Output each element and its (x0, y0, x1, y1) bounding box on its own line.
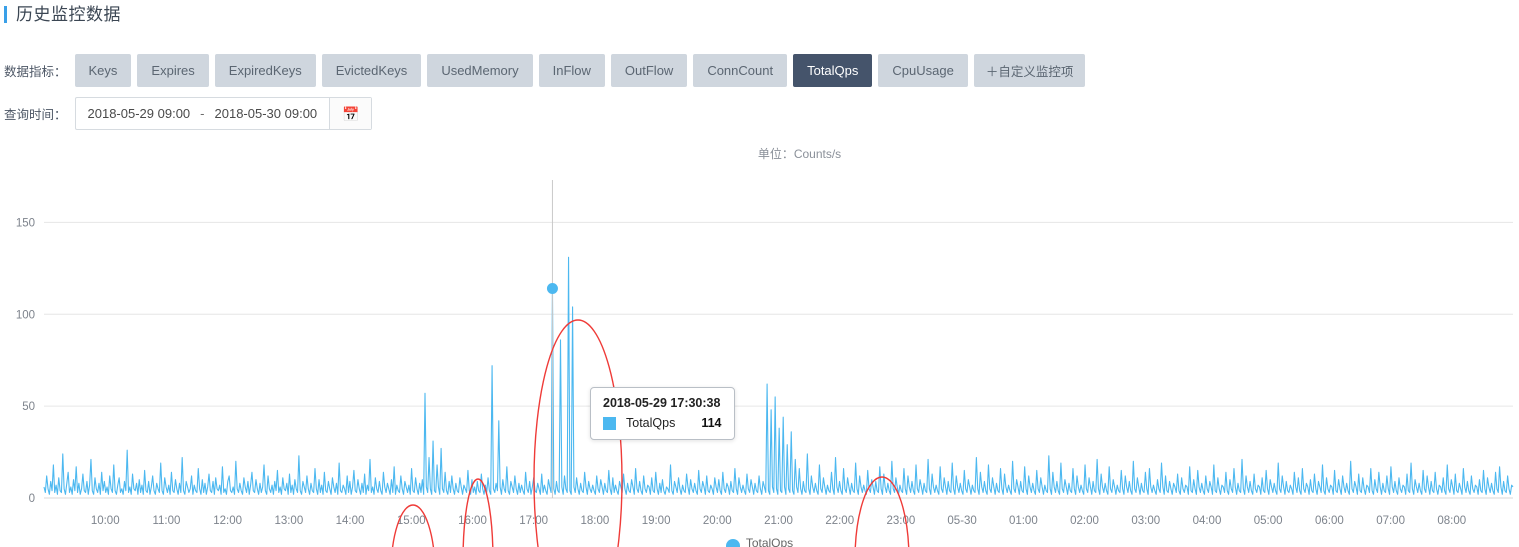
x-axis-tick-label: 02:00 (1070, 515, 1099, 527)
metric-tab-cpuusage[interactable]: CpuUsage (878, 54, 968, 87)
x-axis-tick-label: 23:00 (887, 515, 916, 527)
add-custom-metric-button[interactable]: ＋自定义监控项 (973, 54, 1086, 87)
highlighted-data-point[interactable] (546, 283, 558, 295)
x-axis-tick-label: 20:00 (703, 515, 732, 527)
chart-legend: TotalQps (0, 536, 1519, 547)
metric-row-label: 数据指标： (4, 65, 67, 79)
date-end-value[interactable]: 2018-05-30 09:00 (215, 106, 318, 121)
date-start-value[interactable]: 2018-05-29 09:00 (88, 106, 191, 121)
tooltip-series-name: TotalQps (626, 416, 676, 430)
x-axis-tick-label: 04:00 (1193, 515, 1222, 527)
date-range-picker[interactable]: 2018-05-29 09:00 - 2018-05-30 09:00 📅 (74, 97, 373, 130)
metric-tab-totalqps[interactable]: TotalQps (793, 54, 873, 87)
x-axis-tick-label: 01:00 (1009, 515, 1038, 527)
legend-label: TotalQps (745, 536, 794, 547)
y-axis-tick-label: 100 (16, 309, 35, 321)
y-axis-tick-label: 0 (29, 493, 35, 505)
series-line-totalqps (43, 256, 1514, 495)
x-axis-tick-label: 08:00 (1437, 515, 1466, 527)
time-row-label: 查询时间： (4, 108, 67, 122)
x-axis-tick-label: 17:00 (519, 515, 548, 527)
x-axis-tick-label: 14:00 (336, 515, 365, 527)
metric-tab-inflow[interactable]: InFlow (538, 54, 605, 87)
x-axis-tick-label: 03:00 (1131, 515, 1160, 527)
x-axis-tick-label: 05-30 (947, 515, 976, 527)
y-axis-tick-label: 150 (16, 217, 35, 229)
metric-tab-conncount[interactable]: ConnCount (693, 54, 788, 87)
tooltip-series-value: 114 (701, 416, 722, 430)
legend-marker-icon (725, 538, 740, 547)
tooltip-series-row: TotalQps 114 (603, 416, 722, 430)
legend-item-totalqps[interactable]: TotalQps (725, 536, 794, 547)
x-axis-tick-label: 13:00 (274, 515, 303, 527)
x-axis-tick-label: 07:00 (1376, 515, 1405, 527)
x-axis-tick-label: 11:00 (152, 515, 180, 527)
calendar-button[interactable]: 📅 (329, 98, 372, 129)
x-axis-tick-label: 12:00 (213, 515, 242, 527)
chart-tooltip: 2018-05-29 17:30:38 TotalQps 114 (590, 387, 735, 440)
tooltip-series-swatch-icon (603, 416, 616, 430)
x-axis-tick-label: 18:00 (580, 515, 609, 527)
monitoring-chart: 单位：Counts/s 0 50 100 150 10:00 11:00 12:00 13:0… (0, 138, 1519, 547)
date-range-values[interactable]: 2018-05-29 09:00 - 2018-05-30 09:00 (76, 98, 330, 129)
chart-canvas[interactable]: 05010015010:00 11:00 12:00 13:00 14:00 15:00 1… (0, 138, 1519, 547)
date-range-separator: - (200, 106, 205, 121)
y-axis-tick-label: 50 (22, 401, 35, 413)
metric-tab-outflow[interactable]: OutFlow (610, 54, 688, 87)
metric-tab-keys[interactable]: Keys (74, 54, 132, 87)
metric-tabs-row: 数据指标： Keys Expires ExpiredKeys EvictedKe… (0, 54, 1091, 87)
page-title-text: 历史监控数据 (16, 4, 121, 24)
x-axis-tick-label: 06:00 (1315, 515, 1344, 527)
title-accent-bar (4, 5, 7, 23)
metric-tab-evictedkeys[interactable]: EvictedKeys (321, 54, 422, 87)
x-axis-tick-label: 16:00 (458, 515, 487, 527)
metric-tab-usedmemory[interactable]: UsedMemory (427, 54, 533, 87)
time-range-row: 查询时间： 2018-05-29 09:00 - 2018-05-30 09:0… (0, 97, 373, 130)
x-axis-tick-label: 22:00 (825, 515, 854, 527)
calendar-icon: 📅 (341, 105, 360, 122)
x-axis-tick-label: 21:00 (764, 515, 793, 527)
x-axis-tick-label: 10:00 (91, 515, 120, 527)
history-monitoring-page: 历史监控数据 数据指标： Keys Expires ExpiredKeys Ev… (0, 0, 1519, 547)
tooltip-timestamp: 2018-05-29 17:30:38 (603, 396, 721, 410)
x-axis-tick-label: 19:00 (642, 515, 671, 527)
page-title: 历史监控数据 (0, 0, 121, 28)
x-axis-tick-label: 05:00 (1254, 515, 1283, 527)
metric-tab-expires[interactable]: Expires (137, 54, 209, 87)
metric-tab-expiredkeys[interactable]: ExpiredKeys (214, 54, 316, 87)
